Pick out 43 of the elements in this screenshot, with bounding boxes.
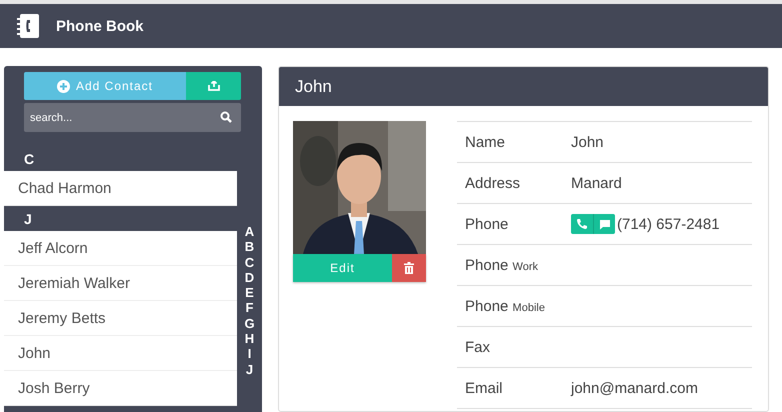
phone-icon — [576, 218, 588, 230]
contact-item[interactable]: Chad Harmon — [4, 171, 237, 206]
chat-icon — [598, 218, 610, 230]
index-letter[interactable]: D — [244, 270, 254, 286]
phone-number: (714) 657-2481 — [617, 216, 720, 232]
index-letter[interactable]: E — [245, 285, 254, 300]
plus-circle-icon — [56, 80, 70, 92]
index-letter[interactable]: F — [246, 300, 254, 316]
contact-item[interactable]: Jeremy Betts — [4, 301, 237, 336]
field-value: John — [571, 134, 604, 150]
contact-item[interactable]: Jeremiah Walker — [4, 266, 237, 301]
import-button[interactable] — [186, 72, 241, 100]
index-letter[interactable]: C — [244, 254, 254, 270]
field-label: Phone Mobile — [465, 298, 545, 314]
index-letter[interactable]: G — [244, 316, 255, 332]
section-letter: C — [23, 150, 36, 168]
trash-icon — [404, 262, 414, 274]
app-title: Phone Book — [56, 18, 144, 34]
field-value: Manard — [571, 174, 622, 192]
field-label: Fax — [465, 338, 490, 356]
delete-button[interactable] — [392, 254, 426, 282]
index-letter[interactable]: B — [244, 239, 254, 255]
field-label: Phone Work — [465, 256, 538, 274]
search-field[interactable]: search... — [24, 103, 241, 132]
index-letter[interactable]: H — [244, 331, 254, 346]
index-letter[interactable]: J — [246, 362, 254, 377]
field-value: john@manard.com — [571, 380, 698, 396]
field-label: Email — [465, 380, 503, 396]
section-letter: J — [23, 210, 33, 228]
search-icon — [220, 111, 232, 123]
message-button[interactable] — [593, 214, 615, 234]
call-button[interactable] — [571, 214, 593, 234]
field-label: Address — [465, 174, 520, 192]
address-book-icon — [16, 13, 40, 39]
contact-title: John — [295, 76, 332, 96]
field-label: Name — [465, 134, 506, 150]
contact-item[interactable]: John — [4, 336, 237, 371]
field-label: Phone — [465, 216, 508, 232]
contact-item[interactable]: Josh Berry — [4, 371, 237, 406]
tray-upload-icon — [208, 81, 220, 91]
contact-item[interactable]: Jeff Alcorn — [4, 231, 237, 266]
index-letter[interactable]: A — [244, 224, 254, 240]
index-letter[interactable]: I — [248, 346, 252, 362]
